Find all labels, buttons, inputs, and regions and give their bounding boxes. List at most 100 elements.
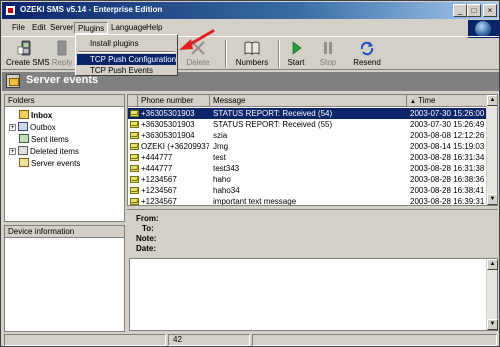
folder-label: Outbox (30, 123, 56, 132)
folder-inbox[interactable]: Inbox (19, 110, 52, 121)
message-cell: haho (213, 175, 231, 184)
status-panel-right (252, 334, 497, 346)
scroll-down-icon[interactable]: ▼ (487, 319, 498, 330)
message-cell: szia (213, 131, 228, 140)
phone-cell: +1234567 (141, 175, 177, 184)
delete-label: Delete (186, 58, 210, 67)
menu-item-install-plugins[interactable]: Install plugins (77, 38, 176, 49)
message-cell: STATUS REPORT: Received (55) (213, 120, 333, 129)
message-cell: Jmg (213, 142, 229, 151)
to-label: To: (142, 224, 154, 233)
column-header-time[interactable]: ▲ Time (407, 95, 488, 107)
folder-sent-items[interactable]: Sent items (19, 134, 69, 145)
numbers-button[interactable]: Numbers (232, 39, 272, 69)
table-row[interactable]: +36305301903 STATUS REPORT: Received (54… (128, 108, 488, 119)
column-header-icon[interactable] (128, 95, 138, 107)
maximize-button[interactable]: □ (467, 4, 481, 17)
menu-edit[interactable]: Edit (29, 22, 49, 34)
toolbar-separator (225, 40, 227, 68)
resend-button[interactable]: Resend (350, 39, 384, 69)
stop-button[interactable]: Stop (316, 39, 340, 69)
table-row[interactable]: +444777 test 2003-08-28 16:31:34 (128, 152, 488, 163)
phone-cell: OZEKI (+36209937723) (141, 142, 209, 151)
table-row[interactable]: +1234567 haho34 2003-08-28 16:38:41 (128, 185, 488, 196)
message-list-scrollbar[interactable]: ▲ ▼ (486, 95, 497, 205)
menu-separator (78, 51, 175, 53)
scroll-up-icon[interactable]: ▲ (487, 95, 497, 106)
menu-item-tcp-push-events[interactable]: TCP Push Events (77, 65, 176, 76)
column-header-message[interactable]: Message (210, 95, 407, 107)
reply-label: Reply (51, 58, 73, 67)
time-cell: 2003-08-14 15:19:03 (410, 142, 485, 151)
toolbar-separator (278, 40, 280, 68)
scroll-up-icon[interactable]: ▲ (487, 259, 498, 270)
phone-cell: +444777 (141, 164, 173, 173)
time-cell: 2003-08-28 16:38:36 (410, 175, 485, 184)
menu-item-tcp-push-configuration[interactable]: TCP Push Configuration (77, 54, 176, 65)
numbers-label: Numbers (235, 58, 269, 67)
menu-file[interactable]: File (9, 22, 28, 34)
plugins-menu-dropdown: Install plugins TCP Push Configuration T… (75, 34, 178, 76)
table-row[interactable]: OZEKI (+36209937723) Jmg 2003-08-14 15:1… (128, 141, 488, 152)
time-column-label: Time (417, 96, 436, 105)
folder-label: Deleted items (30, 147, 79, 156)
close-button[interactable]: × (483, 4, 497, 17)
start-button[interactable]: Start (284, 39, 308, 69)
note-label: Note: (136, 234, 157, 243)
minimize-button[interactable]: _ (453, 4, 467, 17)
message-list: Phone number Message ▲ Time +36305301903 … (127, 94, 498, 206)
scroll-down-icon[interactable]: ▼ (487, 194, 497, 205)
folder-deleted-items[interactable]: + Deleted items (9, 146, 79, 157)
table-row[interactable]: +444777 test343 2003-08-28 16:31:38 (128, 163, 488, 174)
message-cell: important text message (213, 197, 297, 206)
stop-label: Stop (319, 58, 337, 67)
phone-cell: +1234567 (141, 186, 177, 195)
menu-server[interactable]: Server (47, 22, 77, 34)
folder-label: Inbox (31, 111, 53, 120)
phone-cell: +36305301904 (141, 131, 195, 140)
message-body[interactable]: ▲ ▼ (129, 258, 498, 331)
date-label: Date: (136, 244, 157, 253)
message-cell: test (213, 153, 226, 162)
app-window: OZEKI SMS v5.14 - Enterprise Edition _ □… (0, 0, 500, 347)
table-row[interactable]: +1234567 haho 2003-08-28 16:38:36 (128, 174, 488, 185)
sort-ascending-icon: ▲ (410, 99, 416, 105)
menu-plugins[interactable]: Plugins (74, 22, 109, 34)
phone-cell: +1234567 (141, 197, 177, 206)
folder-outbox[interactable]: + Outbox (9, 122, 56, 133)
outbox-icon (18, 122, 28, 131)
table-row[interactable]: +1234567 important text message 2003-08-… (128, 196, 488, 206)
message-icon (130, 143, 139, 150)
message-body-scrollbar[interactable]: ▲ ▼ (486, 259, 498, 330)
table-row[interactable]: +36305301904 szia 2003-08-08 12:12:26 (128, 130, 488, 141)
status-bar: 42 (2, 333, 499, 346)
folder-label: Server events (31, 159, 81, 168)
reply-button[interactable]: Reply (48, 39, 76, 69)
expand-icon[interactable]: + (9, 148, 16, 155)
message-cell: test343 (213, 164, 240, 173)
pause-icon (324, 42, 332, 54)
menu-help[interactable]: Help (143, 22, 165, 34)
server-events-icon (6, 74, 20, 88)
folder-label: Sent items (31, 135, 69, 144)
table-row[interactable]: +36305301903 STATUS REPORT: Received (55… (128, 119, 488, 130)
message-cell: haho34 (213, 186, 240, 195)
time-cell: 2003-08-28 16:31:38 (410, 164, 485, 173)
expand-icon[interactable]: + (9, 124, 16, 131)
time-cell: 2003-07-30 15:26:00 (410, 109, 485, 118)
window-title: OZEKI SMS v5.14 - Enterprise Edition (20, 5, 163, 14)
column-header-phone[interactable]: Phone number (138, 95, 210, 107)
start-label: Start (287, 58, 305, 67)
time-cell: 2003-08-08 12:12:26 (410, 131, 485, 140)
server-events-icon (19, 158, 29, 167)
deleted-items-icon (18, 146, 28, 155)
sent-items-icon (19, 134, 29, 143)
create-sms-icon (17, 40, 31, 56)
phone-cell: +444777 (141, 153, 173, 162)
phone-cell: +36305301903 (141, 120, 195, 129)
message-icon (130, 165, 139, 172)
reply-icon (57, 40, 67, 56)
inbox-icon (19, 110, 29, 119)
create-sms-button[interactable]: Create SMS (6, 39, 50, 69)
folder-server-events[interactable]: Server events (19, 158, 80, 169)
